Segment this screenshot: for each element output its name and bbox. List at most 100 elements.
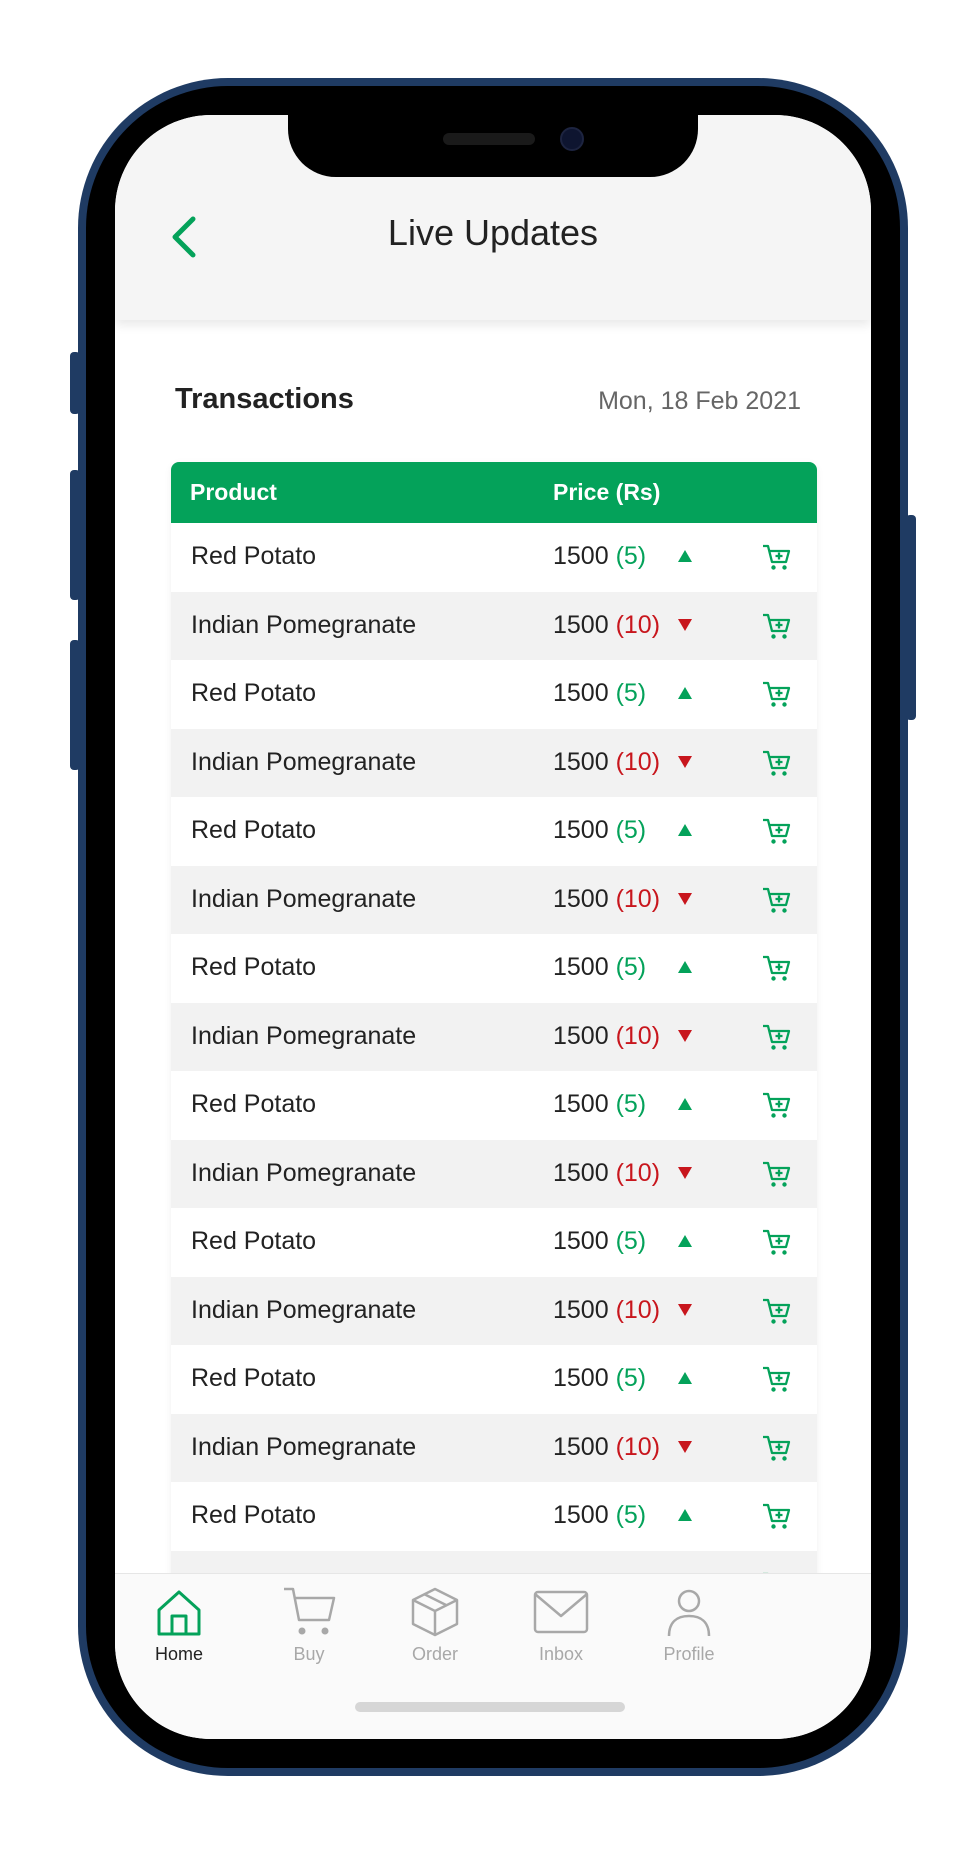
price-value: 1500 xyxy=(553,542,609,570)
add-to-cart-icon[interactable] xyxy=(761,885,791,915)
trend-down-icon xyxy=(678,892,692,905)
nav-item-order[interactable]: Order xyxy=(385,1584,485,1665)
add-to-cart-icon[interactable] xyxy=(761,1296,791,1326)
table-row: Red Potato 1500 (5) xyxy=(171,523,817,592)
price-cell: 1500 (5) xyxy=(553,679,646,708)
app-screen: Live Updates Transactions Mon, 18 Feb 20… xyxy=(115,115,871,1739)
table-row: Red Potato 1500 (5) xyxy=(171,660,817,729)
price-value: 1500 xyxy=(553,679,609,707)
product-name: Red Potato xyxy=(191,1364,317,1392)
add-to-cart-icon[interactable] xyxy=(761,542,791,572)
price-value: 1500 xyxy=(553,747,609,776)
price-value: 1500 xyxy=(553,1090,609,1118)
price-change: (5) xyxy=(615,1090,647,1118)
nav-label-inbox: Inbox xyxy=(538,1644,584,1664)
section-date: Mon, 18 Feb 2021 xyxy=(598,387,801,415)
trend-down-icon xyxy=(678,1166,692,1179)
price-change: (5) xyxy=(615,953,647,981)
user-icon xyxy=(667,1589,711,1637)
product-name: Red Potato xyxy=(191,1090,317,1118)
trend-up-icon xyxy=(678,1235,692,1247)
trend-up-icon xyxy=(678,1372,692,1384)
nav-label-home: Home xyxy=(154,1644,203,1664)
price-cell: 1500 (5) xyxy=(553,953,646,982)
nav-item-buy[interactable]: Buy xyxy=(259,1584,359,1665)
price-cell: 1500 (10) xyxy=(553,611,660,640)
table-header: Product Price (Rs) xyxy=(171,462,817,523)
add-to-cart-icon[interactable] xyxy=(761,1501,791,1531)
price-change: (5) xyxy=(615,679,647,707)
price-change: (5) xyxy=(615,542,647,570)
add-to-cart-icon[interactable] xyxy=(761,1090,791,1120)
price-change: (10) xyxy=(615,1432,661,1461)
trend-up-icon xyxy=(678,687,692,699)
price-change: (5) xyxy=(615,1227,647,1255)
price-value: 1500 xyxy=(553,1021,609,1050)
add-to-cart-icon[interactable] xyxy=(761,816,791,846)
table-row: Indian Pomegranate 1500 (10) xyxy=(171,1002,817,1071)
home-indicator[interactable] xyxy=(355,1702,625,1712)
price-value: 1500 xyxy=(553,1158,609,1187)
trend-up-icon xyxy=(678,1509,692,1521)
nav-item-inbox[interactable]: Inbox xyxy=(511,1584,611,1665)
table-row: Indian Pomegranate 1500 (10) xyxy=(171,1139,817,1208)
table-row: Indian Pomegranate 1500 (10) xyxy=(171,865,817,934)
price-value: 1500 xyxy=(553,1364,609,1392)
price-cell: 1500 (10) xyxy=(553,885,660,914)
table-row: Indian Pomegranate 1500 (10) xyxy=(171,728,817,797)
add-to-cart-icon[interactable] xyxy=(761,1022,791,1052)
product-name: Red Potato xyxy=(191,953,317,981)
add-to-cart-icon[interactable] xyxy=(761,1227,791,1257)
table-row: Red Potato 1500 (5) xyxy=(171,1345,817,1414)
nav-item-profile[interactable]: Profile xyxy=(639,1584,739,1665)
add-to-cart-icon[interactable] xyxy=(761,611,791,641)
price-value: 1500 xyxy=(553,1227,609,1255)
price-change: (10) xyxy=(615,747,661,776)
trend-down-icon xyxy=(678,755,692,768)
price-cell: 1500 (5) xyxy=(553,542,646,571)
table-row: Red Potato 1500 (5) xyxy=(171,1071,817,1140)
add-to-cart-icon[interactable] xyxy=(761,679,791,709)
price-value: 1500 xyxy=(553,1501,609,1529)
product-name: Indian Pomegranate xyxy=(191,1295,417,1324)
nav-item-home[interactable]: Home xyxy=(129,1584,229,1665)
volume-down-button xyxy=(70,640,80,770)
product-name: Indian Pomegranate xyxy=(191,1432,417,1461)
product-name: Red Potato xyxy=(191,816,317,844)
price-value: 1500 xyxy=(553,1295,609,1324)
product-name: Indian Pomegranate xyxy=(191,1021,417,1050)
add-to-cart-icon[interactable] xyxy=(761,1433,791,1463)
add-to-cart-icon[interactable] xyxy=(761,1364,791,1394)
product-name: Indian Pomegranate xyxy=(191,884,417,913)
price-cell: 1500 (5) xyxy=(553,1090,646,1119)
price-change: (5) xyxy=(615,1501,647,1529)
add-to-cart-icon[interactable] xyxy=(761,953,791,983)
price-change: (10) xyxy=(615,1295,661,1324)
price-change: (5) xyxy=(615,816,647,844)
table-row: Red Potato 1500 (5) xyxy=(171,797,817,866)
cart-icon xyxy=(284,1587,336,1635)
column-header-product: Product xyxy=(190,479,277,505)
trend-up-icon xyxy=(678,824,692,836)
price-cell: 1500 (5) xyxy=(553,1501,646,1530)
front-camera xyxy=(560,127,584,151)
price-cell: 1500 (5) xyxy=(553,1364,646,1393)
trend-up-icon xyxy=(678,1098,692,1110)
price-cell: 1500 (5) xyxy=(553,1227,646,1256)
add-to-cart-icon[interactable] xyxy=(761,1159,791,1189)
trend-up-icon xyxy=(678,961,692,973)
price-cell: 1500 (10) xyxy=(553,1296,660,1325)
price-change: (10) xyxy=(615,1158,661,1187)
product-name: Indian Pomegranate xyxy=(191,1158,417,1187)
volume-up-button xyxy=(70,470,80,600)
add-to-cart-icon[interactable] xyxy=(761,748,791,778)
price-cell: 1500 (10) xyxy=(553,748,660,777)
price-cell: 1500 (10) xyxy=(553,1159,660,1188)
trend-up-icon xyxy=(678,550,692,562)
nav-label-order: Order xyxy=(411,1644,458,1664)
product-name: Red Potato xyxy=(191,1227,317,1255)
notch xyxy=(288,115,698,177)
price-change: (10) xyxy=(615,1021,661,1050)
price-cell: 1500 (5) xyxy=(553,816,646,845)
table-row: Indian Pomegranate 1500 (10) xyxy=(171,1276,817,1345)
